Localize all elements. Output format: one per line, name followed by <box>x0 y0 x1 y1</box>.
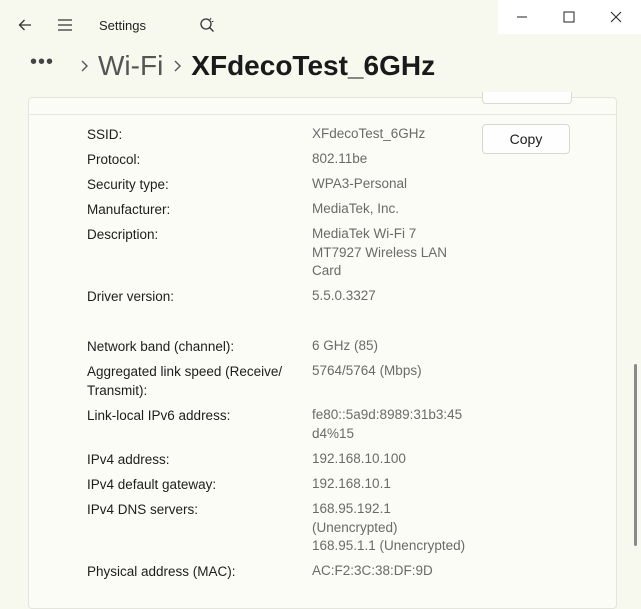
mac-address-label: Physical address (MAC): <box>87 564 236 579</box>
breadcrumb-wifi[interactable]: Wi-Fi <box>98 50 163 82</box>
mac-address-value: AC:F2:3C:38:DF:9D <box>312 563 433 578</box>
scrollbar[interactable] <box>634 364 637 546</box>
chevron-right-icon <box>70 59 98 73</box>
back-button[interactable] <box>10 8 40 42</box>
app-title: Settings <box>99 18 146 33</box>
minimize-button[interactable] <box>498 0 545 34</box>
page-title: XFdecoTest_6GHz <box>191 50 436 81</box>
breadcrumb: ••• Wi-Fi XFdecoTest_6GHz <box>30 46 435 86</box>
ipv4-dns-value: 168.95.192.1 (Unencrypted) 168.95.1.1 (U… <box>312 501 466 553</box>
protocol-label: Protocol: <box>87 152 141 167</box>
link-speed-label: Aggregated link speed (Receive/ Transmit… <box>87 364 283 398</box>
ipv4-address-label: IPv4 address: <box>87 452 170 467</box>
security-type-value: WPA3-Personal <box>312 176 408 191</box>
ipv4-dns-label: IPv4 DNS servers: <box>87 502 199 517</box>
ipv4-gateway-label: IPv4 default gateway: <box>87 477 217 492</box>
close-button[interactable] <box>592 0 639 34</box>
close-icon <box>610 11 621 23</box>
manufacturer-value: MediaTek, Inc. <box>312 201 400 216</box>
description-label: Description: <box>87 227 159 242</box>
ssid-label: SSID: <box>87 127 123 142</box>
search-icon <box>200 17 214 32</box>
ipv6-address-label: Link-local IPv6 address: <box>87 408 231 423</box>
hamburger-icon <box>58 19 72 31</box>
protocol-value: 802.11be <box>312 151 368 166</box>
more-breadcrumbs-button[interactable]: ••• <box>30 52 70 72</box>
divider <box>29 114 616 115</box>
back-arrow-icon <box>18 19 31 31</box>
window-controls <box>498 0 641 34</box>
title-bar: Settings <box>0 0 641 48</box>
security-type-label: Security type: <box>87 177 169 192</box>
network-band-label: Network band (channel): <box>87 339 235 354</box>
search-button[interactable] <box>192 8 222 42</box>
copy-button[interactable]: Copy <box>482 124 570 154</box>
network-band-value: 6 GHz (85) <box>312 338 379 353</box>
ipv6-address-value: fe80::5a9d:8989:31b3:45 d4%15 <box>312 407 463 441</box>
minimize-icon <box>516 16 527 18</box>
link-speed-value: 5764/5764 (Mbps) <box>312 363 422 378</box>
ipv4-address-value: 192.168.10.100 <box>312 451 406 466</box>
navigation-menu-button[interactable] <box>50 8 80 42</box>
maximize-button[interactable] <box>545 0 592 34</box>
chevron-right-icon <box>163 59 191 73</box>
driver-version-value: 5.5.0.3327 <box>312 288 376 303</box>
manufacturer-label: Manufacturer: <box>87 202 171 217</box>
properties-card: Copy SSID: XFdecoTest_6GHz Protocol: 802… <box>28 92 617 609</box>
description-value: MediaTek Wi-Fi 7 MT7927 Wireless LAN Car… <box>312 226 448 278</box>
edit-button[interactable] <box>482 92 572 104</box>
ssid-value: XFdecoTest_6GHz <box>312 126 426 141</box>
maximize-icon <box>563 11 574 23</box>
ipv4-gateway-value: 192.168.10.1 <box>312 476 391 491</box>
driver-version-label: Driver version: <box>87 289 175 304</box>
